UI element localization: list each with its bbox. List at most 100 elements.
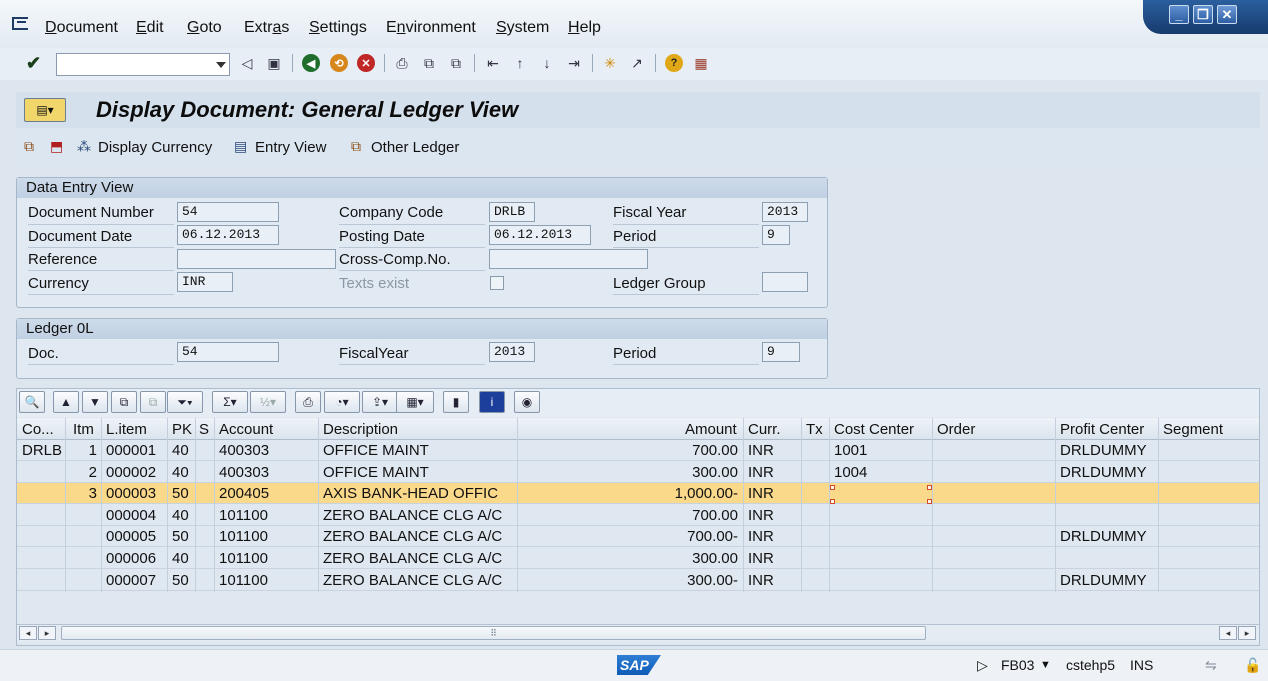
table-row[interactable]: 000007 50 101100 ZERO BALANCE CLG A/C 300.00… [17,570,1259,591]
cell-co[interactable]: DRLB [22,440,64,461]
menu-goto[interactable]: Goto [187,19,222,37]
cell-account[interactable]: 400303 [219,440,315,461]
entry-view-icon[interactable]: ▤ [234,138,252,156]
ledger-fiscal-year-field[interactable]: 2013 [489,342,535,362]
cell-litem[interactable]: 000004 [106,505,170,526]
cell-profit-center[interactable]: DRLDUMMY [1060,440,1160,461]
sort-descending-icon[interactable]: ▼ [82,391,108,413]
entry-view-button[interactable]: Entry View [255,139,326,156]
cell-description[interactable]: ZERO BALANCE CLG A/C [323,505,519,526]
scroll-right-icon[interactable]: ▸ [1238,626,1256,640]
help-icon[interactable]: ? [665,54,683,72]
scrollbar-thumb[interactable]: ⠿ [61,626,926,640]
cell-pk[interactable]: 50 [172,570,196,591]
column-header-curr[interactable]: Curr. [748,421,781,438]
cell-account[interactable]: 101100 [219,548,315,569]
cell-amount[interactable]: 700.00 [522,440,738,461]
menu-help[interactable]: Help [568,19,601,37]
layout-icon[interactable]: ▦▾ [396,391,434,413]
posting-date-field[interactable]: 06.12.2013 [489,225,591,245]
previous-page-icon[interactable]: ↑ [511,54,529,72]
menu-extras[interactable]: Extras [244,19,289,37]
table-row[interactable]: DRLB 1 000001 40 400303 OFFICE MAINT 700.00 INR… [17,440,1259,461]
cell-profit-center[interactable]: DRLDUMMY [1060,462,1160,483]
cell-amount[interactable]: 700.00- [522,526,738,547]
cell-account[interactable]: 101100 [219,526,315,547]
close-window-icon[interactable]: ✕ [1217,5,1237,24]
cell-account[interactable]: 101100 [219,505,315,526]
cell-pk[interactable]: 40 [172,548,196,569]
cell-description[interactable]: ZERO BALANCE CLG A/C [323,570,519,591]
table-row[interactable]: 000004 40 101100 ZERO BALANCE CLG A/C 700.00… [17,505,1259,526]
back-icon[interactable]: ◀ [302,54,320,72]
column-header-litem[interactable]: L.item [106,421,147,438]
save-icon[interactable]: ▣ [265,54,283,72]
table-row[interactable]: 3 000003 50 200405 AXIS BANK-HEAD OFFIC 1,000… [17,483,1259,505]
chevron-down-icon[interactable]: ▼ [1040,659,1051,671]
cell-itm[interactable]: 1 [67,440,97,461]
screen-layout-icon[interactable]: ▤▾ [24,98,66,122]
system-menu-icon[interactable] [12,17,28,30]
column-header-amount[interactable]: Amount [685,421,737,438]
column-header-cost-center[interactable]: Cost Center [834,421,914,438]
cell-amount[interactable]: 300.00 [522,548,738,569]
views-icon[interactable]: ◔▾ [324,391,360,413]
last-page-icon[interactable]: ⇥ [565,54,583,72]
subtotal-icon[interactable]: ½▾ [250,391,286,413]
column-header-description[interactable]: Description [323,421,398,438]
cell-litem[interactable]: 000006 [106,548,170,569]
command-field[interactable] [56,53,230,76]
column-header-itm[interactable]: Itm [73,421,94,438]
first-page-icon[interactable]: ⇤ [484,54,502,72]
create-session-icon[interactable]: ✳ [601,54,619,72]
cell-amount[interactable]: 700.00 [522,505,738,526]
document-date-field[interactable]: 06.12.2013 [177,225,279,245]
cell-curr[interactable]: INR [748,440,802,461]
column-header-s[interactable]: S [199,421,209,438]
taxes-icon[interactable]: ⬒ [50,138,68,156]
cell-profit-center[interactable]: DRLDUMMY [1060,526,1160,547]
menu-environment[interactable]: Environment [386,19,476,37]
cell-curr[interactable]: INR [748,462,802,483]
menu-edit[interactable]: Edit [136,19,164,37]
cell-litem[interactable]: 000002 [106,462,170,483]
cell-pk[interactable]: 50 [172,483,196,504]
company-code-field[interactable]: DRLB [489,202,535,222]
enter-check-icon[interactable]: ✔ [26,53,41,74]
cell-pk[interactable]: 40 [172,462,196,483]
display-currency-button[interactable]: Display Currency [98,139,212,156]
information-icon[interactable]: i [479,391,505,413]
cell-description[interactable]: OFFICE MAINT [323,462,519,483]
find-icon[interactable]: ⧉ [420,54,438,72]
cell-profit-center[interactable]: DRLDUMMY [1060,570,1160,591]
menu-system[interactable]: System [496,19,549,37]
cell-amount[interactable]: 300.00 [522,462,738,483]
column-header-profit-center[interactable]: Profit Center [1060,421,1144,438]
minimize-icon[interactable]: _ [1169,5,1189,24]
cell-curr[interactable]: INR [748,548,802,569]
cell-amount[interactable]: 300.00- [522,570,738,591]
document-number-field[interactable]: 54 [177,202,279,222]
export-icon[interactable]: ⇪▾ [362,391,398,413]
column-header-pk[interactable]: PK [172,421,192,438]
ledger-period-field[interactable]: 9 [762,342,800,362]
scroll-right-icon[interactable]: ▸ [38,626,56,640]
cell-curr[interactable]: INR [748,570,802,591]
cell-amount[interactable]: 1,000.00- [522,483,738,504]
status-toggle-icon[interactable]: ▷ [977,657,988,674]
lock-icon[interactable]: 🔓 [1244,657,1261,674]
details-icon[interactable]: 🔍 [19,391,45,413]
find-next-grid-icon[interactable]: ⧉ [140,391,166,413]
cell-curr[interactable]: INR [748,526,802,547]
cell-itm[interactable]: 3 [67,483,97,504]
cell-account[interactable]: 101100 [219,570,315,591]
cell-litem[interactable]: 000005 [106,526,170,547]
display-currency-icon[interactable]: ⁂ [77,138,95,156]
reference-field[interactable] [177,249,336,269]
menu-settings[interactable]: Settings [309,19,367,37]
cell-account[interactable]: 400303 [219,462,315,483]
other-ledger-icon[interactable]: ⧉ [351,138,369,156]
collapse-arrow-icon[interactable]: ◁ [238,54,256,72]
restore-icon[interactable]: ❐ [1193,5,1213,24]
column-header-co[interactable]: Co... [22,421,54,438]
